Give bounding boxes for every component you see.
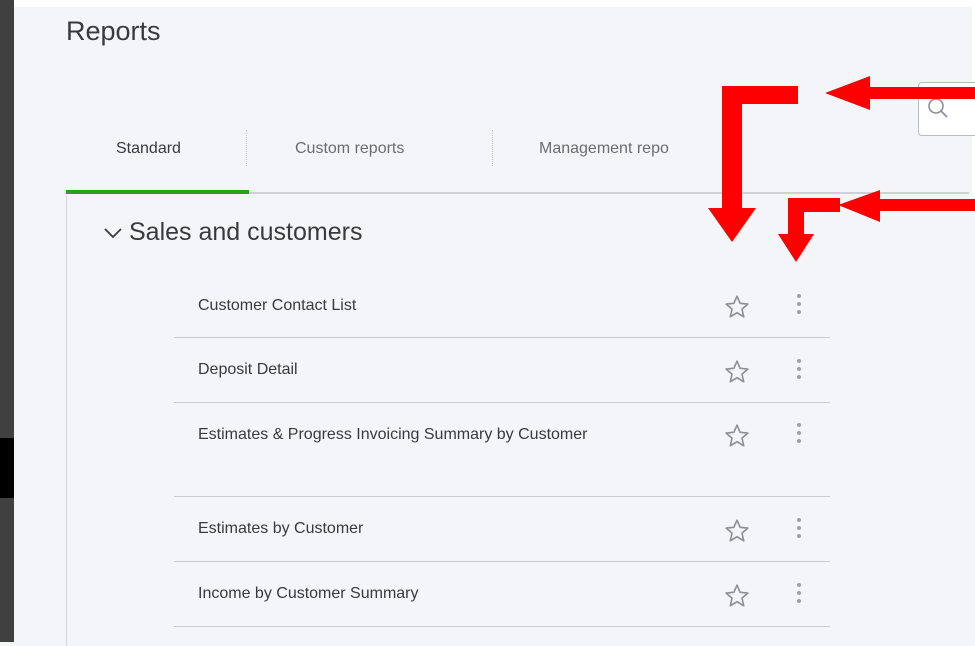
star-icon[interactable] (724, 423, 750, 449)
left-nav-edge (0, 0, 14, 642)
page-title: Reports (66, 16, 161, 46)
report-row-income-by-customer-summary[interactable]: Income by Customer Summary (174, 562, 830, 627)
section-sales-and-customers[interactable]: Sales and customers (103, 218, 362, 247)
tab-divider (492, 130, 493, 166)
tab-management-reports[interactable]: Management repo (539, 124, 669, 174)
tab-custom-reports[interactable]: Custom reports (295, 124, 404, 174)
more-options-icon[interactable] (794, 293, 804, 315)
star-icon[interactable] (724, 583, 750, 609)
star-icon[interactable] (724, 359, 750, 385)
top-strip (14, 0, 975, 7)
report-row-estimates-by-customer[interactable]: Estimates by Customer (174, 497, 830, 562)
active-tab-indicator (66, 190, 249, 194)
more-options-icon[interactable] (794, 358, 804, 380)
star-icon[interactable] (724, 294, 750, 320)
report-tabs: Standard Custom reports Management repo (66, 124, 969, 196)
report-name[interactable]: Estimates & Progress Invoicing Summary b… (174, 403, 668, 450)
section-title: Sales and customers (129, 218, 363, 246)
star-icon[interactable] (724, 518, 750, 544)
report-list: Customer Contact List Deposit Detail Est… (174, 274, 830, 627)
more-options-icon[interactable] (794, 422, 804, 444)
report-row-estimates-progress-invoicing[interactable]: Estimates & Progress Invoicing Summary b… (174, 403, 830, 497)
tab-standard[interactable]: Standard (116, 124, 181, 174)
report-row-deposit-detail[interactable]: Deposit Detail (174, 338, 830, 403)
tab-divider (246, 130, 247, 166)
tab-rule (249, 192, 969, 194)
more-options-icon[interactable] (794, 582, 804, 604)
more-options-icon[interactable] (794, 517, 804, 539)
search-icon (928, 98, 948, 118)
report-row-customer-contact-list[interactable]: Customer Contact List (174, 274, 830, 338)
left-nav-marker (0, 438, 14, 498)
chevron-down-icon (104, 228, 122, 239)
